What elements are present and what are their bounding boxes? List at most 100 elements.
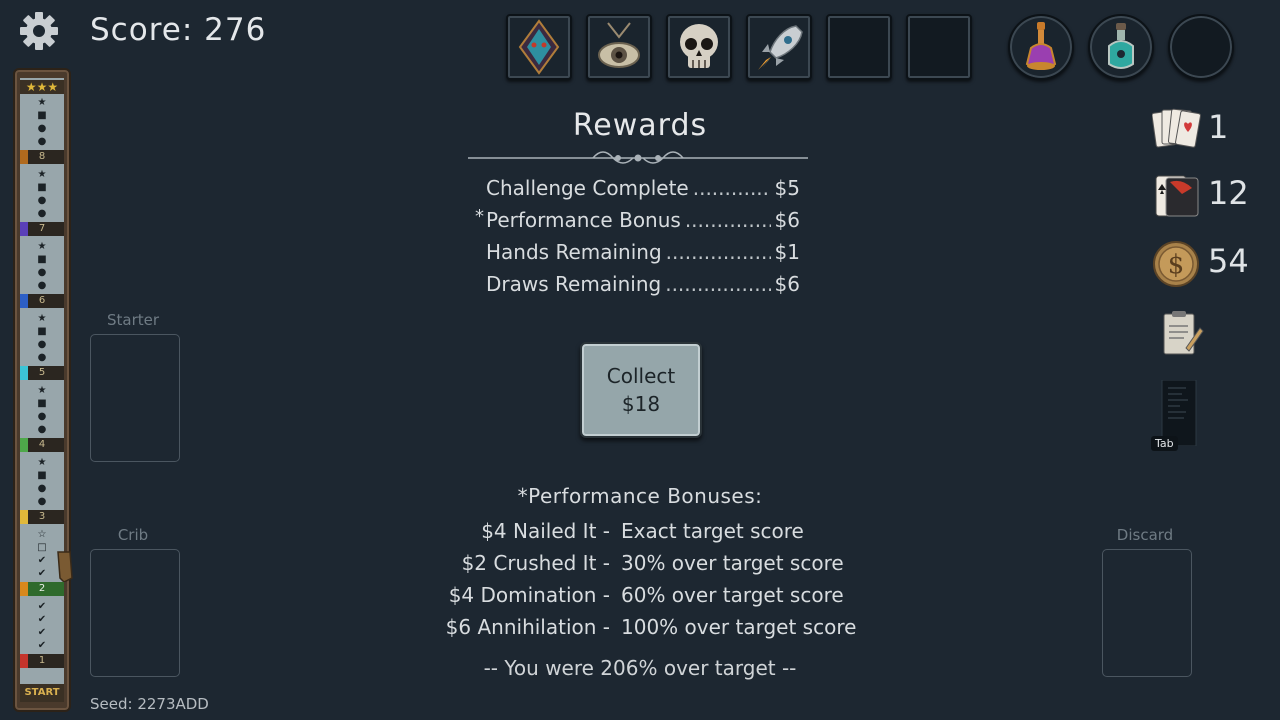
bonus-row: $4 Domination - 60% over target score: [400, 583, 880, 611]
bonus-row: $4 Nailed It - Exact target score: [400, 519, 880, 547]
leader-dots: [685, 208, 771, 232]
over-target-result: -- You were 206% over target --: [483, 656, 797, 680]
reward-label: Draws Remaining: [486, 272, 662, 296]
progress-slot-icon: ●: [37, 482, 47, 494]
reward-value: $6: [774, 272, 800, 296]
deck-count: 12: [1208, 174, 1249, 212]
level-band-5: 5: [20, 366, 64, 380]
progress-slot-icon: ●: [37, 351, 47, 363]
potion-slot-teal[interactable]: [1088, 14, 1154, 80]
reward-label: Performance Bonus: [486, 208, 681, 232]
crib-label: Crib: [117, 526, 149, 544]
progress-slot-icon: ●: [37, 135, 47, 147]
progress-slot-icon: ■: [37, 181, 47, 193]
level-number: 1: [38, 655, 46, 666]
item-slot-empty-2[interactable]: [906, 14, 972, 80]
item-slot-mask[interactable]: [506, 14, 572, 80]
deck-cards-icon[interactable]: [1152, 172, 1202, 218]
notepad-icon[interactable]: [1160, 310, 1204, 358]
collect-label: Collect: [606, 364, 676, 388]
collect-button[interactable]: Collect $18: [580, 342, 702, 438]
purple-potion-icon: [1025, 22, 1057, 70]
level-progress-track: ★★★ ★ ■ ● ● 8 ★ ■ ● ● 7 ★ ■ ● ● 6 ★ ■ ● ● 5 ★ ■ ● ● 4 ★ ■ ● ● 3 ☆ □ ✔ ✔ 2 ✔…: [13, 68, 71, 712]
reward-value: $6: [774, 208, 800, 232]
potion-slot-purple[interactable]: [1008, 14, 1074, 80]
eye-amulet-icon: [598, 22, 640, 68]
bonus-name: $4 Domination -: [448, 583, 610, 607]
start-label: START: [20, 684, 64, 702]
level-color-swatch: [20, 150, 28, 164]
level-band-1: 1: [20, 654, 64, 668]
coin-icon: $: [1153, 241, 1199, 287]
level-band-3: 3: [20, 510, 64, 524]
bonus-row: $2 Crushed It - 30% over target score: [400, 551, 880, 579]
level-band-4: 4: [20, 438, 64, 452]
progress-slot-icon: ★: [37, 168, 47, 180]
discard-pile[interactable]: [1102, 549, 1192, 677]
level-band-8: 8: [20, 150, 64, 164]
discard-label: Discard: [1116, 526, 1174, 544]
item-slot-rocket[interactable]: [746, 14, 812, 80]
level-color-swatch: [20, 366, 28, 380]
progress-slot-icon: ★: [37, 240, 47, 252]
mask-icon: [518, 19, 560, 75]
progress-slot-icon: ●: [37, 122, 47, 134]
reward-value: $1: [774, 240, 800, 264]
progress-slot-icon: ●: [37, 266, 47, 278]
progress-slot-icon: ✔: [37, 626, 47, 638]
progress-slot-icon: ■: [37, 253, 47, 265]
progress-slot-icon: ●: [37, 194, 47, 206]
bonus-desc: 30% over target score: [621, 551, 844, 575]
level-number: 3: [38, 511, 46, 522]
ornamental-divider: [468, 151, 808, 164]
progress-slot-icon: ☆: [37, 528, 47, 540]
progress-slot-icon: ●: [37, 279, 47, 291]
level-color-swatch: [20, 510, 28, 524]
level-number: 2: [38, 583, 46, 594]
level-number: 4: [38, 439, 46, 450]
bonus-name: $2 Crushed It -: [461, 551, 610, 575]
level-color-swatch: [20, 438, 28, 452]
rocket-icon: [758, 25, 803, 70]
crib-pile[interactable]: [90, 549, 180, 677]
bonus-desc: Exact target score: [621, 519, 804, 543]
level-number: 8: [38, 151, 46, 162]
progress-slot-icon: ●: [37, 207, 47, 219]
leader-dots: [666, 240, 771, 264]
teal-potion-icon: [1108, 23, 1134, 69]
progress-marker-icon: [57, 551, 73, 582]
progress-slot-icon: ■: [37, 397, 47, 409]
progress-slot-icon: ✔: [37, 639, 47, 651]
level-band-6: 6: [20, 294, 64, 308]
starter-pile[interactable]: [90, 334, 180, 462]
level-number: 6: [38, 295, 46, 306]
progress-slot-icon: ★: [37, 384, 47, 396]
hands-cards-icon[interactable]: [1152, 106, 1202, 152]
progress-slot-icon: ■: [37, 469, 47, 481]
bonus-row: $6 Annihilation - 100% over target score: [400, 615, 880, 643]
asterisk-mark: *: [475, 206, 484, 227]
item-slot-empty-1[interactable]: [826, 14, 892, 80]
reward-label: Challenge Complete: [486, 176, 689, 200]
reward-row-draws: Draws Remaining $6: [486, 272, 800, 300]
level-band-2: 2: [20, 582, 64, 596]
three-stars-icon: ★★★: [20, 80, 64, 94]
progress-slot-icon: ✔: [37, 600, 47, 612]
leader-dots: [693, 176, 771, 200]
collect-amount: $18: [621, 392, 661, 416]
level-color-swatch: [20, 582, 28, 596]
progress-slot-icon: ■: [37, 325, 47, 337]
item-slot-skull[interactable]: [666, 14, 732, 80]
progress-slot-icon: ●: [37, 495, 47, 507]
progress-slot-icon: ●: [37, 338, 47, 350]
settings-gear-icon[interactable]: [18, 10, 60, 52]
money-count: 54: [1208, 242, 1249, 280]
progress-slot-icon: ★: [37, 456, 47, 468]
progress-inner: ★★★ ★ ■ ● ● 8 ★ ■ ● ● 7 ★ ■ ● ● 6 ★ ■ ● ● 5 ★ ■ ● ● 4 ★ ■ ● ● 3 ☆ □ ✔ ✔ 2 ✔…: [20, 78, 64, 702]
leader-dots: [665, 272, 770, 296]
bonus-desc: 100% over target score: [621, 615, 857, 639]
item-slot-eye-amulet[interactable]: [586, 14, 652, 80]
potion-slot-empty[interactable]: [1168, 14, 1234, 80]
svg-text:$: $: [1168, 250, 1185, 280]
level-color-swatch: [20, 294, 28, 308]
